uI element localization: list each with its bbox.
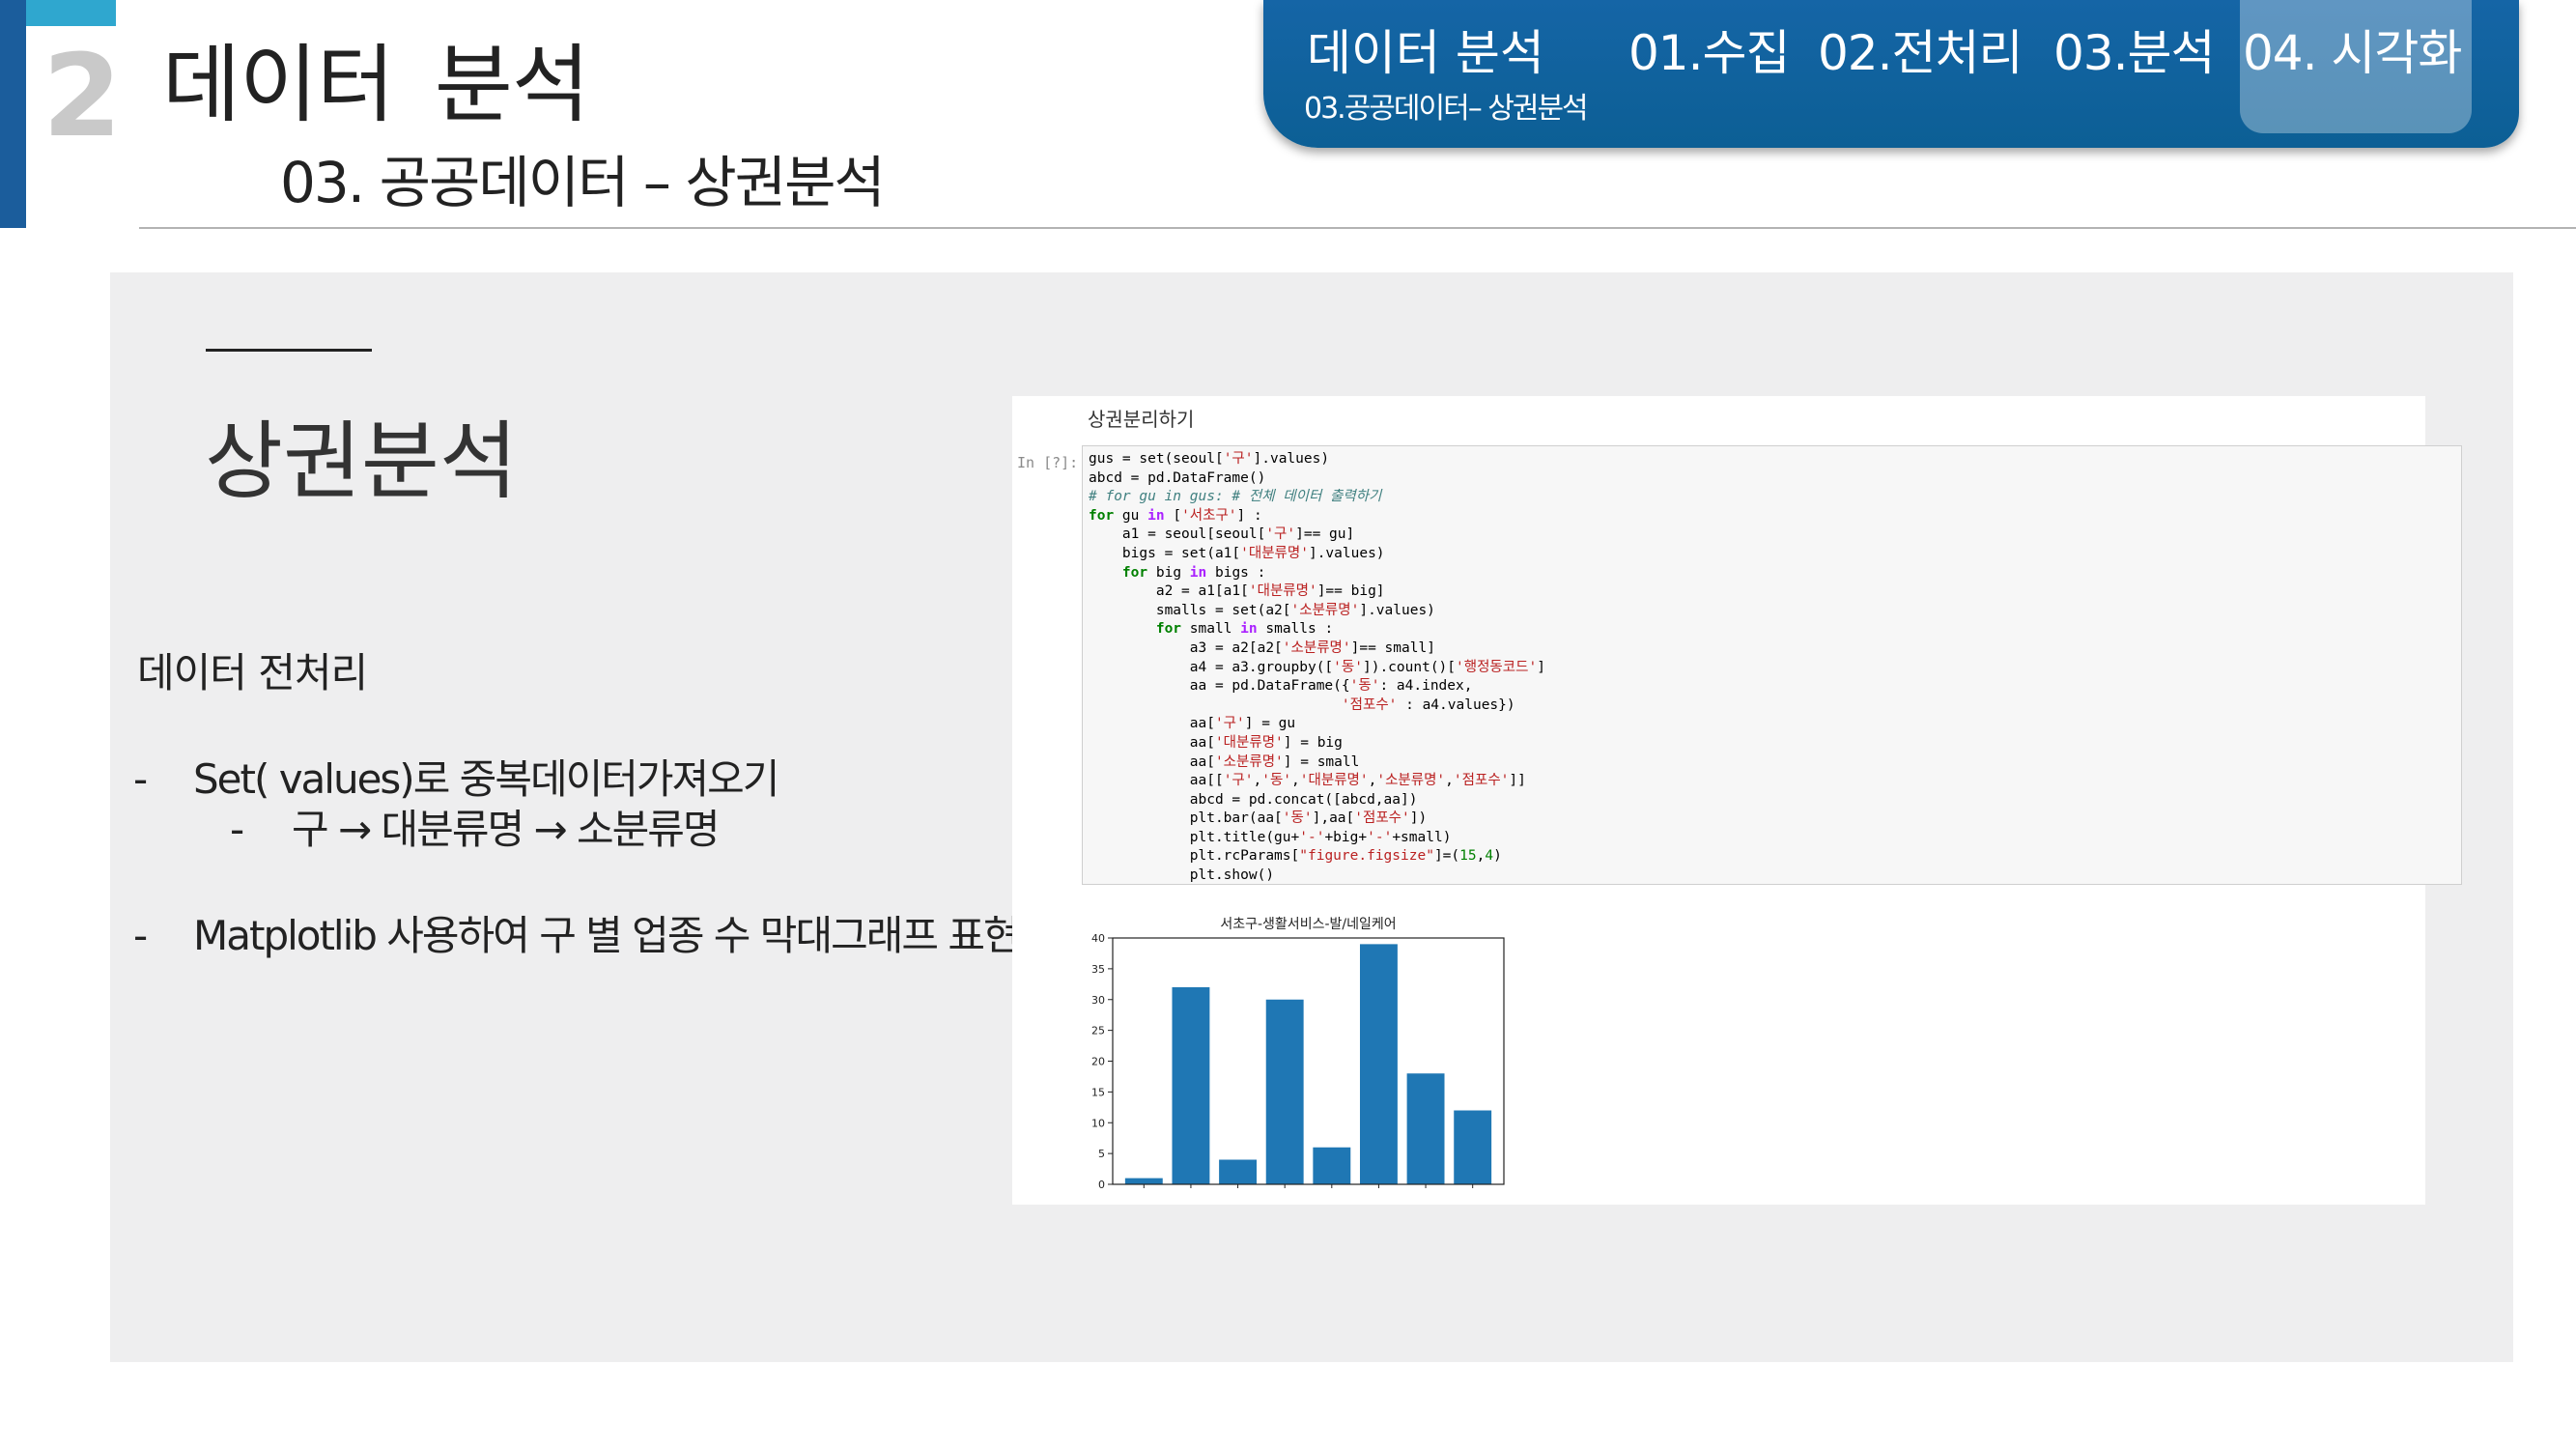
page-title-word-1: 데이터 bbox=[162, 35, 395, 134]
y-tick-label: 15 bbox=[1091, 1086, 1105, 1098]
code-line: a3 = a2[a2['소분류명']== small] bbox=[1089, 639, 1435, 656]
code-line: plt.rcParams["figure.figsize"]=(15,4) bbox=[1089, 848, 1502, 865]
nav-subtitle: 03.공공데이터– 상권분석 bbox=[1304, 92, 1589, 126]
panel-heading: 상권분석 bbox=[205, 412, 518, 511]
code-line: '점포수' : a4.values}) bbox=[1341, 696, 1515, 713]
header-divider bbox=[139, 227, 2576, 229]
accent-bar-dark bbox=[0, 0, 26, 228]
y-tick-label: 25 bbox=[1091, 1025, 1105, 1037]
y-tick-label: 0 bbox=[1098, 1179, 1105, 1188]
code-cell[interactable]: gus = set(seoul['구'].values) abcd = pd.Da… bbox=[1082, 445, 2462, 885]
bullet-dash: - bbox=[133, 755, 148, 803]
bullet-item: - Set( values)로 중복데이터가져오기 bbox=[133, 755, 779, 803]
plot-frame bbox=[1112, 937, 1505, 1185]
bullet-text: 구 → 대분류명 → 소분류명 bbox=[292, 806, 721, 853]
code-line: aa['소분류명'] = small bbox=[1089, 753, 1360, 770]
code-line: a1 = seoul[seoul['구']== gu] bbox=[1089, 526, 1355, 543]
code-line: plt.bar(aa['동'],aa['점포수']) bbox=[1089, 810, 1428, 827]
chart-title: 서초구-생활서비스-발/네일케어 bbox=[1220, 917, 1396, 932]
code-line: # for gu in gus: # 전체 데이터 출력하기 bbox=[1089, 489, 1382, 505]
nav-banner: 데이터 분석 03.공공데이터– 상권분석 01.수집 02.전처리 03.분석… bbox=[1263, 0, 2519, 148]
code-line: a2 = a1[a1['대분류명']== big] bbox=[1089, 583, 1385, 600]
nav-step-collect[interactable]: 01.수집 bbox=[1628, 29, 1791, 77]
code-line: abcd = pd.DataFrame() bbox=[1089, 469, 1266, 486]
preprocessing-title: 데이터 전처리 bbox=[137, 649, 368, 696]
code-line: gus = set(seoul['구'].values) bbox=[1089, 451, 1330, 467]
notebook-screenshot: 상권분리하기 In [?]: gus = set(seoul['구'].valu… bbox=[1012, 396, 2462, 1205]
bullet-dash: - bbox=[133, 912, 148, 959]
code-line: bigs = set(a1['대분류명'].values) bbox=[1089, 545, 1385, 561]
code-line: aa['대분류명'] = big bbox=[1089, 734, 1343, 751]
code-line: plt.show() bbox=[1089, 867, 1275, 884]
code-line: aa['구'] = gu bbox=[1089, 716, 1296, 732]
code-line: for small in smalls : bbox=[1155, 621, 1334, 638]
y-tick-label: 35 bbox=[1091, 963, 1105, 976]
chart-bar bbox=[1124, 1178, 1163, 1184]
chart-bar bbox=[1406, 1073, 1445, 1184]
chart-bar bbox=[1454, 1110, 1492, 1184]
code-line: for gu in ['서초구'] : bbox=[1089, 507, 1262, 524]
nav-title: 데이터 분석 bbox=[1307, 25, 1544, 81]
bullet-subitem: - 구 → 대분류명 → 소분류명 bbox=[230, 806, 721, 853]
y-tick-label: 30 bbox=[1091, 994, 1105, 1007]
y-tick-label: 40 bbox=[1091, 932, 1105, 945]
chart-bar bbox=[1172, 987, 1210, 1184]
page-title-word-2: 분석 bbox=[434, 35, 590, 134]
nav-step-visualize[interactable]: 04. 시각화 bbox=[2243, 29, 2462, 77]
page-subtitle: 03. 공공데이터 – 상권분석 bbox=[280, 150, 886, 215]
code-line: a4 = a3.groupby(['동']).count()['행정동코드'] bbox=[1089, 659, 1545, 675]
code-line: for big in bigs : bbox=[1121, 564, 1266, 581]
chart-bar bbox=[1359, 944, 1398, 1184]
page-title: 데이터 분석 bbox=[162, 43, 630, 128]
code-line: aa[['구','동','대분류명','소분류명','점포수']] bbox=[1089, 773, 1526, 789]
code-line: smalls = set(a2['소분류명'].values) bbox=[1089, 602, 1435, 618]
bullet-item: - Matplotlib 사용하여 구 별 업종 수 막대그래프 표현 bbox=[133, 912, 1021, 959]
bullet-text: Matplotlib 사용하여 구 별 업종 수 막대그래프 표현 bbox=[193, 912, 1021, 959]
y-tick-label: 10 bbox=[1091, 1117, 1105, 1129]
nav-step-analysis[interactable]: 03.분석 bbox=[2053, 29, 2216, 77]
heading-rule bbox=[206, 349, 372, 352]
code-line: abcd = pd.concat([abcd,aa]) bbox=[1089, 791, 1418, 808]
code-line: aa = pd.DataFrame({'동': a4.index, bbox=[1089, 678, 1473, 695]
bullet-text: Set( values)로 중복데이터가져오기 bbox=[193, 755, 779, 803]
section-number: 2 bbox=[42, 29, 123, 162]
chart-bar bbox=[1265, 999, 1304, 1184]
notebook-markdown-title: 상권분리하기 bbox=[1088, 408, 1195, 431]
bar-chart: 서초구-생활서비스-발/네일케어내곡동반포동반포본동양재동양재본동서초동양재동잠… bbox=[1091, 917, 1505, 1188]
chart-bar bbox=[1219, 1159, 1258, 1184]
code-line: plt.title(gu+'-'+big+'-'+small) bbox=[1089, 829, 1452, 845]
chart-bar bbox=[1313, 1147, 1351, 1184]
nav-step-preprocess[interactable]: 02.전처리 bbox=[1818, 29, 2024, 77]
y-tick-label: 20 bbox=[1091, 1056, 1105, 1068]
bullet-dash: - bbox=[230, 806, 244, 853]
cell-prompt: In [?]: bbox=[1017, 454, 1079, 471]
y-tick-label: 5 bbox=[1098, 1148, 1105, 1160]
